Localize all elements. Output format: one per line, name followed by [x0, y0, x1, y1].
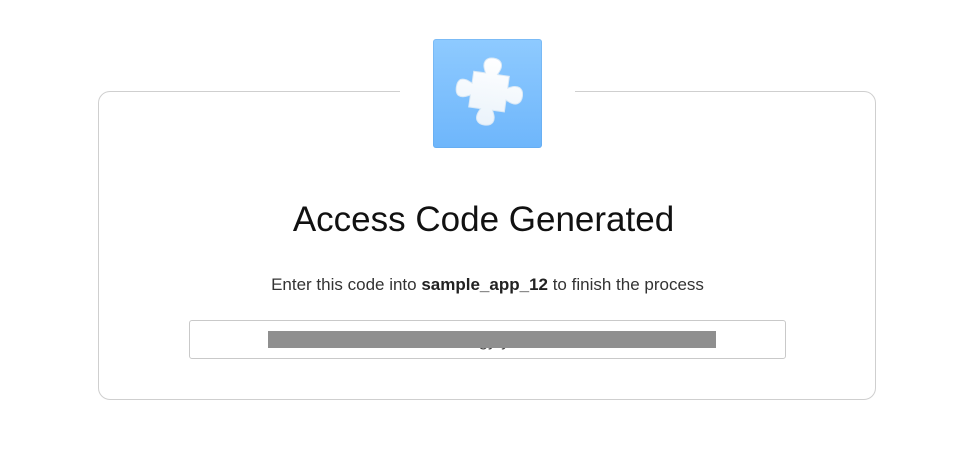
- redaction-bar: [268, 331, 716, 348]
- instruction-suffix: to finish the process: [547, 275, 704, 294]
- app-name: sample_app_12: [421, 275, 548, 294]
- puzzle-piece-icon: [455, 57, 523, 126]
- instruction-prefix: Enter this code into: [271, 275, 422, 294]
- app-logo: [433, 39, 542, 148]
- page-title: Access Code Generated: [292, 200, 675, 239]
- access-code-field[interactable]: 4n gy yU: [189, 320, 786, 359]
- instruction-text: Enter this code into sample_app_12 to fi…: [0, 274, 967, 296]
